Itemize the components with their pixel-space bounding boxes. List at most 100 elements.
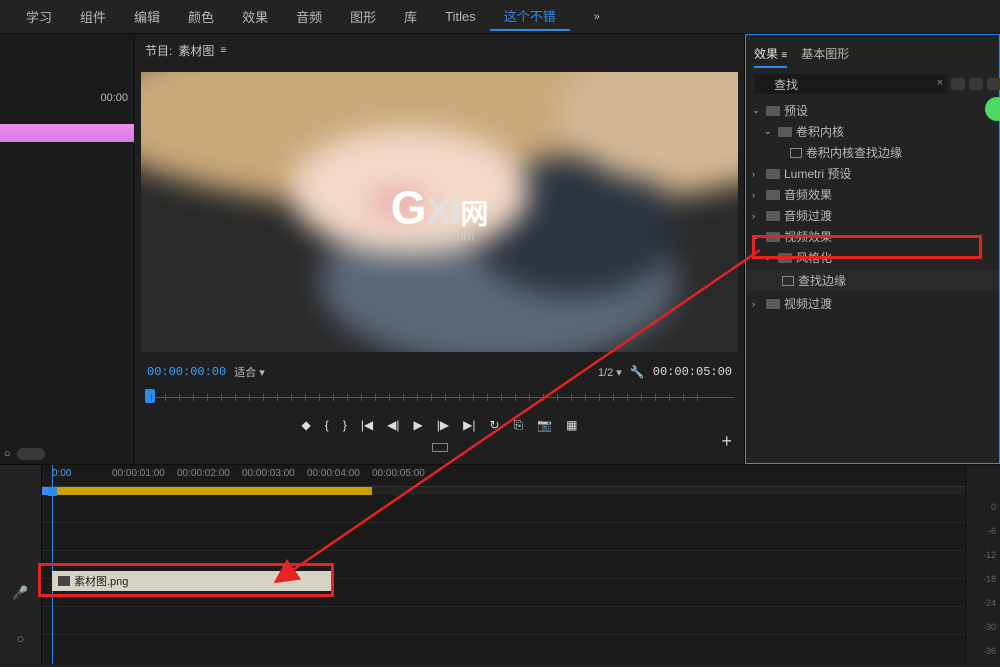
effects-panel: 效果 ≡ 基本图形 🔍 × ⌄预设 ⌄卷积内核 卷积内核查找边缘 ›Lumetr… xyxy=(745,34,1000,464)
tree-conv-find-edges[interactable]: 卷积内核查找边缘 xyxy=(752,142,993,163)
tab-library[interactable]: 库 xyxy=(390,3,431,30)
tree-lumetri[interactable]: ›Lumetri 预设 xyxy=(752,163,993,184)
mic-icon[interactable]: 🎤 xyxy=(12,585,28,601)
play-button[interactable]: ▶ xyxy=(414,418,423,433)
timeline-playhead[interactable] xyxy=(52,465,53,664)
preset-filter-2[interactable] xyxy=(969,78,983,90)
db-24: -24 xyxy=(983,591,996,615)
transport-controls: ◆ { } |◀ ◀| ▶ |▶ ▶| ↻ ⎘ 📷 ▦ xyxy=(143,412,736,439)
tree-audio-transitions[interactable]: ›音频过渡 xyxy=(752,205,993,226)
wrench-icon[interactable]: 🔧 xyxy=(630,365,645,379)
ruler-tick-2: 00:00:02:00 xyxy=(177,468,230,479)
export-frame-button[interactable]: 📷 xyxy=(537,418,552,433)
tab-edit[interactable]: 编辑 xyxy=(120,3,174,30)
source-footer: ○ xyxy=(4,448,45,460)
timeline-clip[interactable]: 素材图.png xyxy=(52,571,332,591)
source-panel: 00:00 ○ xyxy=(0,34,135,464)
tree-video-effects[interactable]: ⌄视频效果 xyxy=(752,226,993,247)
tab-effects[interactable]: 效果 xyxy=(228,3,282,30)
video-track-1[interactable] xyxy=(42,523,965,551)
effects-tab[interactable]: 效果 ≡ xyxy=(754,41,787,68)
source-switch[interactable] xyxy=(17,448,45,460)
effect-icon xyxy=(790,148,802,158)
mark-out-button[interactable]: { xyxy=(325,418,329,433)
panel-menu-icon[interactable]: ≡ xyxy=(220,45,226,56)
watermark-wang: 网 xyxy=(460,198,488,229)
tab-assembly[interactable]: 组件 xyxy=(66,3,120,30)
current-timecode[interactable]: 00:00:00:00 xyxy=(147,365,226,379)
source-clip[interactable] xyxy=(0,124,134,142)
tree-convolution[interactable]: ⌄卷积内核 xyxy=(752,121,993,142)
tree-audio-effects[interactable]: ›音频效果 xyxy=(752,184,993,205)
program-scrubber[interactable] xyxy=(145,388,734,408)
ruler-tick-5: 00:00:05:00 xyxy=(372,468,425,479)
folder-icon xyxy=(766,232,780,242)
mark-in-button[interactable]: ◆ xyxy=(302,418,311,433)
folder-icon xyxy=(766,211,780,221)
essential-graphics-tab[interactable]: 基本图形 xyxy=(801,41,849,68)
effects-search-input[interactable] xyxy=(754,74,947,94)
tab-audio[interactable]: 音频 xyxy=(282,3,336,30)
tab-color[interactable]: 颜色 xyxy=(174,3,228,30)
folder-icon xyxy=(766,299,780,309)
prev-button[interactable]: |◀ xyxy=(361,418,373,433)
watermark: GXI网 system.com xyxy=(391,180,489,243)
lift-button[interactable]: ⎘ xyxy=(514,418,524,433)
timeline-track-controls: 🎤 ○ xyxy=(0,465,42,664)
step-back-button[interactable]: ◀| xyxy=(387,418,399,433)
fit-dropdown[interactable]: 适合 ▾ xyxy=(234,364,265,380)
tree-stylize[interactable]: ⌄风格化 xyxy=(752,247,993,268)
more-workspaces[interactable]: » xyxy=(580,7,614,27)
ruler-tick-1: 00:00:01:00 xyxy=(112,468,165,479)
db-0: 0 xyxy=(983,495,996,519)
tab-learn[interactable]: 学习 xyxy=(12,3,66,30)
clear-search-button[interactable]: × xyxy=(937,77,943,89)
effects-tree: ⌄预设 ⌄卷积内核 卷积内核查找边缘 ›Lumetri 预设 ›音频效果 ›音频… xyxy=(746,100,999,314)
watermark-sub: system.com xyxy=(391,228,489,243)
time-ruler[interactable]: 0:00 00:00:01:00 00:00:02:00 00:00:03:00… xyxy=(42,465,965,487)
next-button[interactable]: ▶| xyxy=(463,418,475,433)
folder-icon xyxy=(778,253,792,263)
work-area-bar[interactable] xyxy=(42,487,965,495)
button-editor-icon[interactable] xyxy=(432,443,448,452)
tab-graphics[interactable]: 图形 xyxy=(336,3,390,30)
go-in-button[interactable]: } xyxy=(343,418,347,433)
program-panel: 节目: 素材图 ≡ GXI网 system.com xyxy=(135,34,745,464)
clip-icon xyxy=(58,576,70,586)
timeline-panel: 🎤 ○ 0:00 00:00:01:00 00:00:02:00 00:00:0… xyxy=(0,464,1000,664)
zoom-dropdown[interactable]: 1/2 ▾ xyxy=(598,366,622,379)
safe-margins-button[interactable]: ▦ xyxy=(566,418,577,433)
clip-label: 素材图.png xyxy=(74,573,128,589)
tab-titles[interactable]: Titles xyxy=(431,5,490,28)
tab-custom[interactable]: 这个不错 xyxy=(490,2,570,31)
step-fwd-button[interactable]: |▶ xyxy=(437,418,449,433)
loop-button[interactable]: ↻ xyxy=(489,418,499,433)
effect-icon xyxy=(782,276,794,286)
db-30: -30 xyxy=(983,615,996,639)
db-12: -12 xyxy=(983,543,996,567)
preset-filter-1[interactable] xyxy=(951,78,965,90)
ruler-tick-0: 0:00 xyxy=(52,468,71,479)
video-track-2[interactable] xyxy=(42,495,965,523)
program-title-prefix: 节目: xyxy=(145,42,172,59)
ruler-tick-4: 00:00:04:00 xyxy=(307,468,360,479)
duration-timecode: 00:00:05:00 xyxy=(653,365,732,379)
preset-filter-3[interactable] xyxy=(987,78,1000,90)
audio-track-3[interactable] xyxy=(42,607,965,635)
tree-video-transitions[interactable]: ›视频过渡 xyxy=(752,293,993,314)
program-monitor[interactable]: GXI网 system.com xyxy=(135,67,744,356)
lock-icon[interactable]: ○ xyxy=(17,631,25,646)
timeline-main[interactable]: 0:00 00:00:01:00 00:00:02:00 00:00:03:00… xyxy=(42,465,965,664)
audio-meter: 0 -6 -12 -18 -24 -30 -36 xyxy=(965,465,1000,664)
tree-find-edges-effect[interactable]: 查找边缘 xyxy=(746,270,999,291)
ruler-tick-3: 00:00:03:00 xyxy=(242,468,295,479)
program-title-name: 素材图 xyxy=(178,42,214,59)
source-toggle-icon[interactable]: ○ xyxy=(4,448,11,460)
watermark-g: G xyxy=(391,181,427,233)
folder-icon xyxy=(778,127,792,137)
tree-presets[interactable]: ⌄预设 xyxy=(752,100,993,121)
watermark-xi: XI xyxy=(426,190,460,231)
db-36: -36 xyxy=(983,639,996,663)
playhead-icon[interactable] xyxy=(145,389,155,403)
add-button[interactable]: + xyxy=(721,431,732,452)
